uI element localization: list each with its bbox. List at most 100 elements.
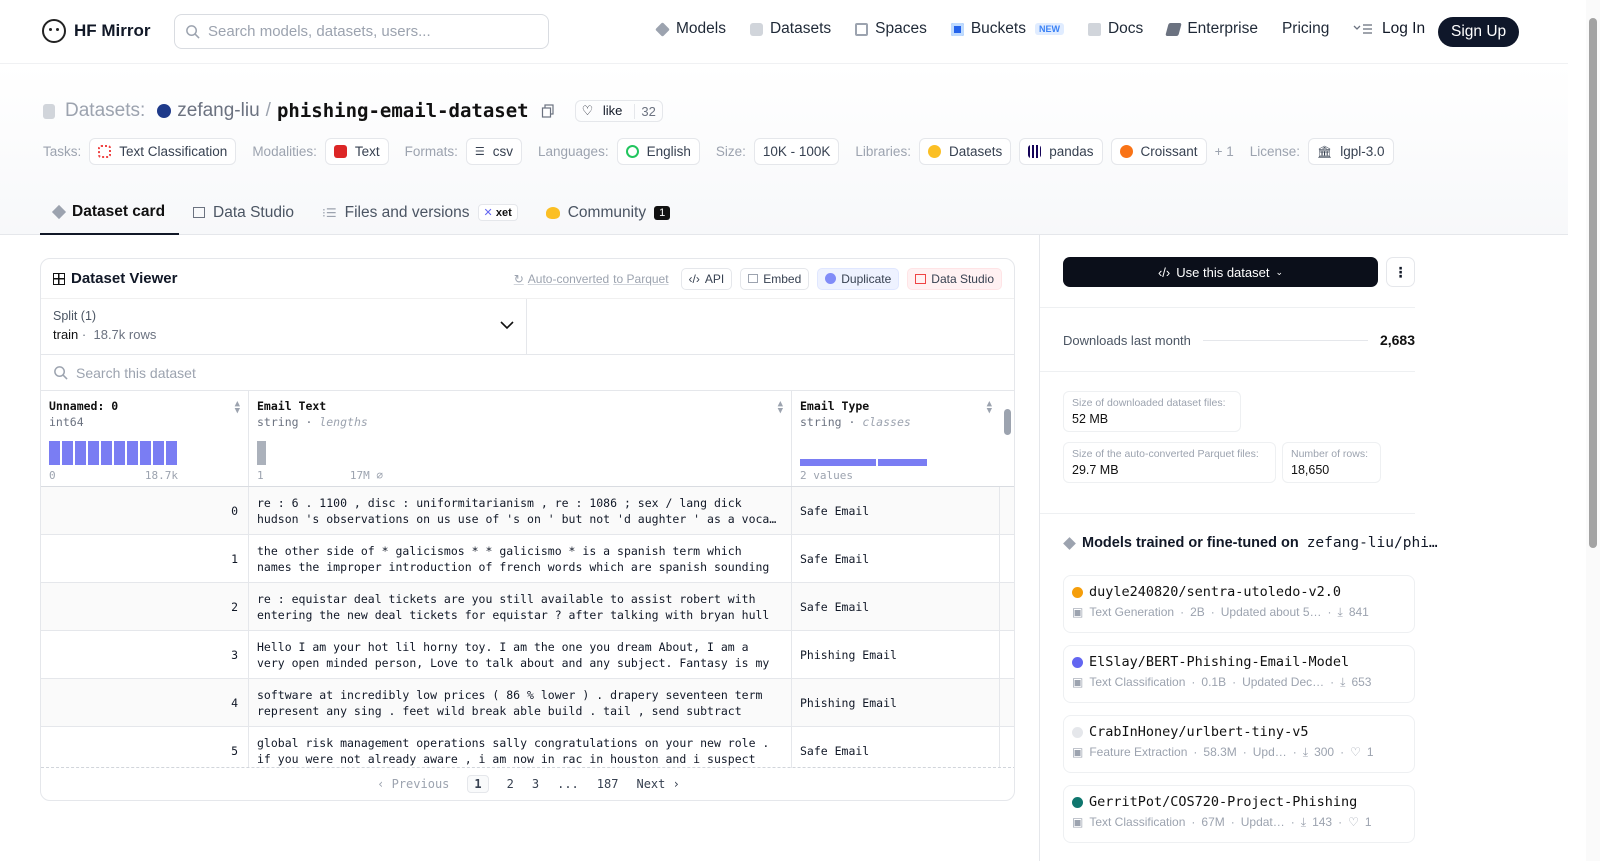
tab-dataset-card[interactable]: Dataset card — [40, 190, 180, 235]
tab-community-label: Community — [567, 203, 647, 221]
data-studio-button[interactable]: Data Studio — [907, 267, 1002, 290]
sort-icon[interactable]: ▲ ▼ — [987, 400, 992, 416]
table-row[interactable]: 1 the other side of * galicismos * * gali… — [41, 535, 1014, 583]
model-downloads: 300 — [1314, 745, 1335, 759]
login-link[interactable]: Log In — [1382, 20, 1425, 38]
api-button[interactable]: ‹/› API — [680, 267, 733, 290]
column-name: Email Text — [257, 399, 327, 413]
next-page[interactable]: Next › — [636, 777, 679, 791]
table-row[interactable]: 5 global risk management operations sally… — [41, 727, 1014, 768]
tag-license[interactable]: 🏛 lgpl-3.0 — [1308, 138, 1394, 165]
model-downloads: 653 — [1351, 675, 1372, 689]
table-row[interactable]: 4 software at incredibly low prices ( 86 … — [41, 679, 1014, 727]
path-separator: / — [265, 100, 271, 121]
code-icon: ‹/› — [688, 271, 700, 286]
page-2[interactable]: 2 — [507, 777, 514, 791]
tag-modality[interactable]: Text — [324, 138, 389, 165]
sort-icon[interactable]: ▲ ▼ — [235, 400, 240, 416]
model-card[interactable]: GerritPot/COS720-Project-Phishing ▣ Text … — [1063, 785, 1415, 843]
embed-button[interactable]: Embed — [740, 267, 810, 290]
copy-icon[interactable] — [541, 104, 555, 118]
more-libraries[interactable]: + 1 — [1215, 144, 1234, 159]
table-row[interactable]: 2 re : equistar deal tickets are you stil… — [41, 583, 1014, 631]
cell-text: re : equistar deal tickets are you still… — [249, 583, 792, 630]
tag-language[interactable]: English — [616, 138, 700, 165]
nav-datasets[interactable]: Datasets — [749, 20, 831, 38]
cube-icon — [655, 21, 670, 37]
split-select[interactable]: Split (1) train · 18.7k rows — [41, 299, 527, 354]
studio-label: Data Studio — [931, 271, 994, 286]
model-card[interactable]: duyle240820/sentra-utoledo-v2.0 ▣ Text Ge… — [1063, 575, 1415, 633]
table-row[interactable]: 0 re : 6 . 1100 , disc : uniformitarianis… — [41, 487, 1014, 535]
repo-owner[interactable]: zefang-liu — [177, 100, 259, 122]
repo-name[interactable]: phishing-email-dataset — [277, 100, 529, 122]
table-icon — [193, 207, 206, 218]
global-search[interactable] — [174, 14, 549, 49]
tag-size-label: 10K - 100K — [762, 144, 831, 159]
nav-enterprise[interactable]: Enterprise — [1165, 20, 1258, 38]
nav-models[interactable]: Models — [655, 20, 726, 38]
tag-lib-croissant[interactable]: Croissant — [1110, 138, 1207, 165]
chevron-down-icon — [500, 321, 514, 330]
histogram-axis: 0 18.7k — [49, 469, 178, 482]
bucket-icon — [950, 22, 964, 36]
cell-line: the other side of * galicismos * * galic… — [257, 544, 742, 558]
tab-files[interactable]: ⁝☰ Files and versions ✕ xet — [308, 190, 532, 235]
page-scrollbar-thumb[interactable] — [1589, 18, 1597, 548]
table-row[interactable]: 3 Hello I am your hot lil horny toy. I am… — [41, 631, 1014, 679]
stat-key: Number of rows: — [1291, 448, 1369, 460]
dataset-search[interactable] — [41, 355, 1014, 391]
page-3[interactable]: 3 — [532, 777, 539, 791]
more-options-button[interactable]: ⋮ — [1386, 257, 1415, 287]
stat-parquet-size: Size of the auto-converted Parquet files… — [1063, 442, 1276, 483]
cell-type: Phishing Email — [792, 679, 1000, 726]
column-name: Unnamed: 0 — [49, 399, 119, 413]
brand-logo[interactable]: HF Mirror — [42, 19, 151, 43]
column-header-email-text[interactable]: Email Text string · lengths ▲ ▼ 1 17M ⌀ — [249, 391, 792, 486]
global-search-input[interactable] — [208, 23, 528, 40]
nav-docs[interactable]: Docs — [1087, 20, 1143, 38]
cell-line: represent any sing . feet wild break abl… — [257, 704, 742, 718]
model-name: ElSlay/BERT-Phishing-Email-Model — [1072, 654, 1406, 670]
table-scrollbar[interactable] — [1002, 391, 1012, 768]
nav-spaces[interactable]: Spaces — [855, 20, 927, 38]
column-type: string · classes — [800, 415, 911, 429]
nav-buckets[interactable]: Buckets NEW — [950, 20, 1064, 38]
signup-button[interactable]: Sign Up — [1438, 17, 1520, 47]
page-scrollbar[interactable] — [1586, 0, 1600, 861]
tag-lib-datasets[interactable]: Datasets — [918, 138, 1012, 165]
page-1[interactable]: 1 — [467, 775, 489, 793]
cell-line: global risk management operations sally … — [257, 736, 770, 750]
duplicate-button[interactable]: Duplicate — [817, 267, 900, 290]
model-card[interactable]: ElSlay/BERT-Phishing-Email-Model ▣ Text C… — [1063, 645, 1415, 703]
nav-pricing[interactable]: Pricing — [1282, 20, 1329, 38]
stat-num-rows: Number of rows: 18,650 — [1282, 442, 1381, 483]
use-dataset-button[interactable]: ‹/› Use this dataset ⌄ — [1063, 257, 1378, 287]
model-avatar — [1072, 796, 1083, 808]
enterprise-icon — [1165, 22, 1183, 36]
more-menu-button[interactable] — [1353, 23, 1373, 35]
tag-lib-pandas[interactable]: pandas — [1019, 138, 1103, 165]
column-header-email-type[interactable]: Email Type string · classes ▲ ▼ 2 values — [792, 391, 1000, 486]
tag-task[interactable]: Text Classification — [89, 138, 237, 165]
duplicate-label: Duplicate — [841, 271, 892, 286]
column-subtype: classes — [862, 415, 911, 429]
tag-format[interactable]: ☰ csv — [465, 138, 522, 165]
model-card[interactable]: CrabInHoney/urlbert-tiny-v5 ▣ Feature Ext… — [1063, 715, 1415, 773]
page-last[interactable]: 187 — [597, 777, 619, 791]
sort-icon[interactable]: ▲ ▼ — [778, 400, 783, 416]
tag-size[interactable]: 10K - 100K — [753, 138, 840, 165]
formats-label: Formats: — [404, 144, 458, 159]
files-icon: ⁝☰ — [322, 205, 337, 220]
dataset-search-input[interactable] — [76, 364, 576, 381]
cell-index: 0 — [41, 487, 249, 534]
like-button[interactable]: ♡ like 32 — [574, 100, 663, 122]
auto-converted-link[interactable]: ↻ Auto-converted to Parquet — [514, 272, 669, 286]
viewer-header: Dataset Viewer ↻ Auto-converted to Parquet… — [41, 259, 1014, 299]
tab-data-studio[interactable]: Data Studio — [179, 190, 308, 235]
column-header-index[interactable]: Unnamed: 0 int64 ▲ ▼ 0 18.7k — [41, 391, 249, 486]
table-scrollbar-thumb[interactable] — [1004, 409, 1011, 435]
tab-community[interactable]: Community 1 — [532, 190, 685, 235]
previous-page[interactable]: ‹ Previous — [377, 777, 449, 791]
libraries-label: Libraries: — [855, 144, 911, 159]
